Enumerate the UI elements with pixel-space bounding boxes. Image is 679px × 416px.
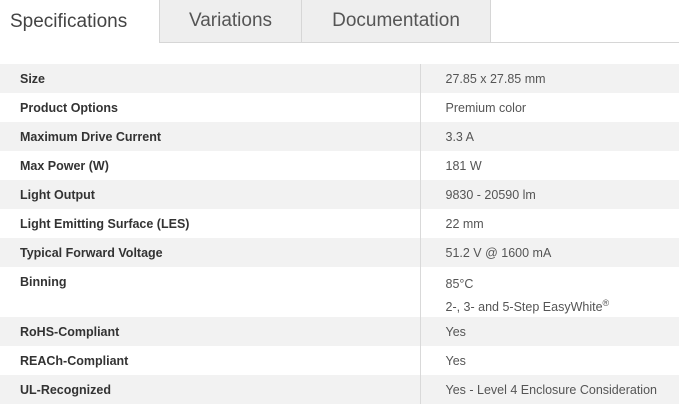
binning-steps-text: 2-, 3- and 5-Step EasyWhite — [445, 300, 603, 315]
table-row: Maximum Drive Current 3.3 A — [0, 122, 679, 151]
binning-temperature: 85°C — [445, 277, 474, 291]
spec-label: Max Power (W) — [0, 151, 421, 180]
spec-value: 27.85 x 27.85 mm — [420, 64, 679, 93]
table-row: REACh-Compliant Yes — [0, 346, 679, 376]
product-spec-panel: Specifications Variations Documentation … — [0, 0, 679, 416]
spec-value: 3.3 A — [420, 122, 679, 151]
tab-documentation[interactable]: Documentation — [302, 0, 491, 42]
binning-steps: 2-, 3- and 5-Step EasyWhite® — [446, 294, 679, 317]
table-row: Light Emitting Surface (LES) 22 mm — [0, 209, 679, 238]
table-row: Max Power (W) 181 W — [0, 151, 679, 180]
spec-value: Yes — [420, 317, 679, 347]
spec-label: Typical Forward Voltage — [0, 238, 421, 267]
spec-label: Light Output — [0, 180, 421, 209]
spec-value: Yes — [445, 353, 466, 368]
registered-mark: ® — [602, 298, 610, 308]
table-row: Binning 85°C 2-, 3- and 5-Step EasyWhite… — [0, 267, 679, 318]
tab-variations[interactable]: Variations — [160, 0, 302, 42]
tab-bar: Specifications Variations Documentation — [0, 0, 679, 43]
spec-label: REACh-Compliant — [0, 346, 421, 376]
spec-label: Light Emitting Surface (LES) — [0, 209, 421, 238]
table-row: Light Output 9830 - 20590 lm — [0, 180, 679, 209]
spec-label: Size — [0, 64, 421, 93]
spec-label: Maximum Drive Current — [0, 122, 421, 151]
table-row: Size 27.85 x 27.85 mm — [0, 64, 679, 93]
spec-label: Product Options — [0, 93, 421, 122]
spec-value: 22 mm — [445, 216, 484, 231]
spec-value: 51.2 V @ 1600 mA — [420, 238, 679, 267]
spec-label: RoHS-Compliant — [0, 317, 421, 347]
specifications-table: Size 27.85 x 27.85 mm Product Options Pr… — [0, 64, 679, 405]
spec-value: 85°C 2-, 3- and 5-Step EasyWhite® — [420, 267, 679, 317]
table-row: Product Options Premium color — [0, 93, 679, 122]
spec-value: 181 W — [445, 158, 482, 173]
table-row: RoHS-Compliant Yes — [0, 317, 679, 347]
spec-value: 9830 - 20590 lm — [420, 180, 679, 209]
spec-label: Binning — [0, 267, 421, 318]
table-row: Typical Forward Voltage 51.2 V @ 1600 mA — [0, 238, 679, 267]
spec-label: UL-Recognized — [0, 375, 421, 405]
tab-specifications[interactable]: Specifications — [0, 0, 160, 43]
spec-value: Yes - Level 4 Enclosure Consideration — [420, 375, 679, 405]
table-row: UL-Recognized Yes - Level 4 Enclosure Co… — [0, 375, 679, 405]
spec-value: Premium color — [445, 100, 527, 115]
